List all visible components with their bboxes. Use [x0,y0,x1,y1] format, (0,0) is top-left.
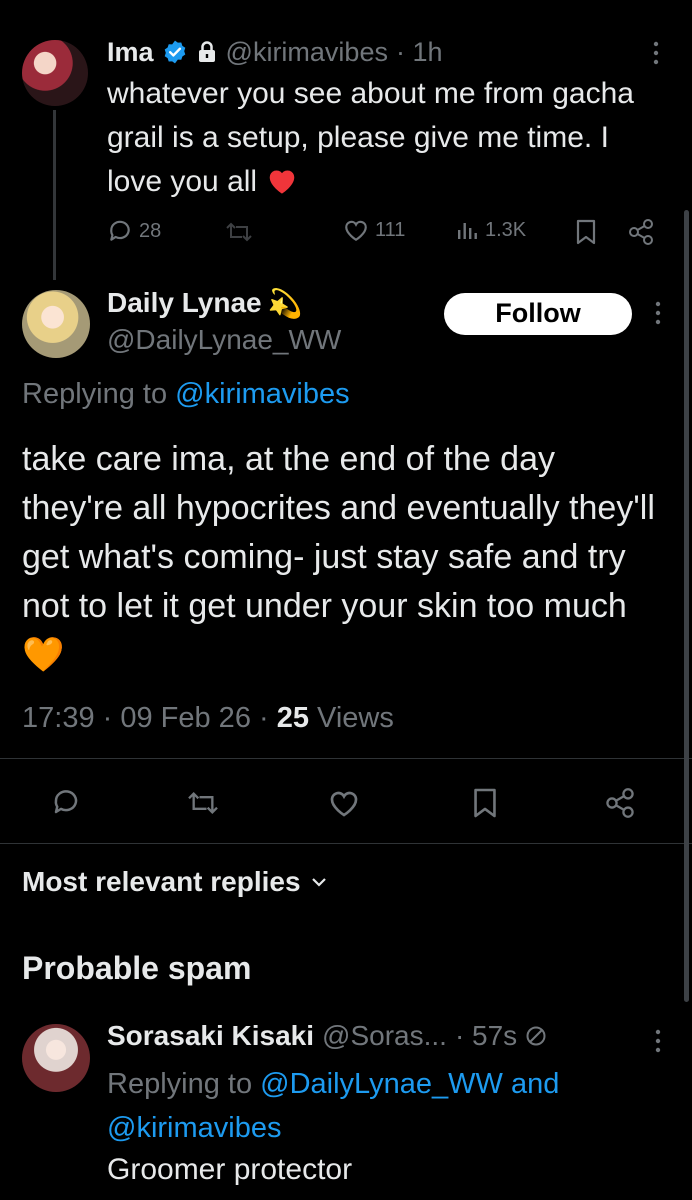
views-button[interactable]: 1.3K [455,218,526,242]
verified-badge-icon [162,39,188,65]
reply-icon[interactable] [50,787,82,817]
timestamp: · 1h [395,36,443,67]
handle[interactable]: @kirimavibes [226,37,388,68]
chevron-down-icon [311,878,326,887]
replying-to: Replying to @kirimavibes [22,378,350,411]
tweet-body: take care ima, at the end of the day the… [22,440,655,625]
tweet-text: take care ima, at the end of the day the… [22,435,662,680]
views-icon [458,223,477,239]
bookmark-icon[interactable] [472,787,498,819]
blocked-icon [526,1026,546,1046]
tweet-text: whatever you see about me from gacha gra… [107,72,667,204]
orange-heart-emoji: 🧡 [22,636,65,674]
reply-button[interactable]: 28 [107,218,161,244]
author-block: Daily Lynae 💫 @DailyLynae_WW [107,284,427,356]
reply-icon [110,220,130,241]
replying-to-link[interactable]: @DailyLynae_WW [260,1068,503,1100]
lock-icon [196,40,218,64]
red-heart-icon [265,165,299,195]
replying-to: Replying to @DailyLynae_WW and @kirimavi… [107,1062,667,1150]
scrollbar[interactable] [684,210,689,1002]
more-options-icon[interactable] [650,300,666,326]
like-count: 111 [375,218,406,241]
display-name[interactable]: Ima [107,37,154,68]
more-options-icon[interactable] [650,1028,666,1054]
reply-text: Groomer protector [107,1153,353,1186]
like-button[interactable]: 111 [343,218,405,242]
divider [0,843,692,844]
thread-line [53,110,56,280]
tweet-header: Ima @kirimavibes · 1h [107,32,627,72]
heart-icon[interactable] [328,788,360,818]
retweet-button[interactable] [225,220,253,244]
dizzy-emoji: 💫 [267,287,303,319]
replying-prefix: Replying to [107,1068,253,1100]
replying-to-link[interactable]: @kirimavibes [107,1112,281,1144]
avatar[interactable] [22,1024,90,1092]
retweet-icon[interactable] [186,789,220,817]
bookmark-icon[interactable] [575,219,597,245]
timestamp: · 57s [454,1020,518,1051]
tweet-meta: 17:39 · 09 Feb 26 · 25 Views [22,702,394,735]
replying-to-link[interactable]: @kirimavibes [175,378,349,410]
display-name[interactable]: Daily Lynae [107,287,262,319]
main-actions [0,785,692,821]
follow-button[interactable]: Follow [444,293,632,335]
avatar[interactable] [22,40,88,106]
avatar[interactable] [22,290,90,358]
views-label: Views [317,702,394,734]
divider [0,758,692,759]
tweet-body: whatever you see about me from gacha gra… [107,77,634,198]
heart-icon [345,220,367,242]
reply-header: Sorasaki Kisaki @Soras... · 57s [107,1020,547,1052]
sort-label: Most relevant replies [22,866,301,897]
section-title: Probable spam [22,950,252,986]
handle[interactable]: @Soras... [322,1020,447,1052]
replying-prefix: Replying to [22,378,168,410]
views-count: 25 [276,702,309,734]
timestamp: 17:39 · 09 Feb 26 · [22,702,269,734]
views-count: 1.3K [485,218,527,241]
reply-count: 28 [139,219,162,242]
sort-dropdown[interactable]: Most relevant replies [22,866,327,898]
share-icon[interactable] [627,218,655,246]
display-name[interactable]: Sorasaki Kisaki [107,1020,314,1052]
more-options-icon[interactable] [648,40,664,66]
replying-and: and [510,1068,560,1100]
share-icon[interactable] [604,787,636,819]
tweet-actions: 28 111 1.3K [107,218,667,248]
handle[interactable]: @DailyLynae_WW [107,324,427,356]
retweet-icon [226,222,252,242]
